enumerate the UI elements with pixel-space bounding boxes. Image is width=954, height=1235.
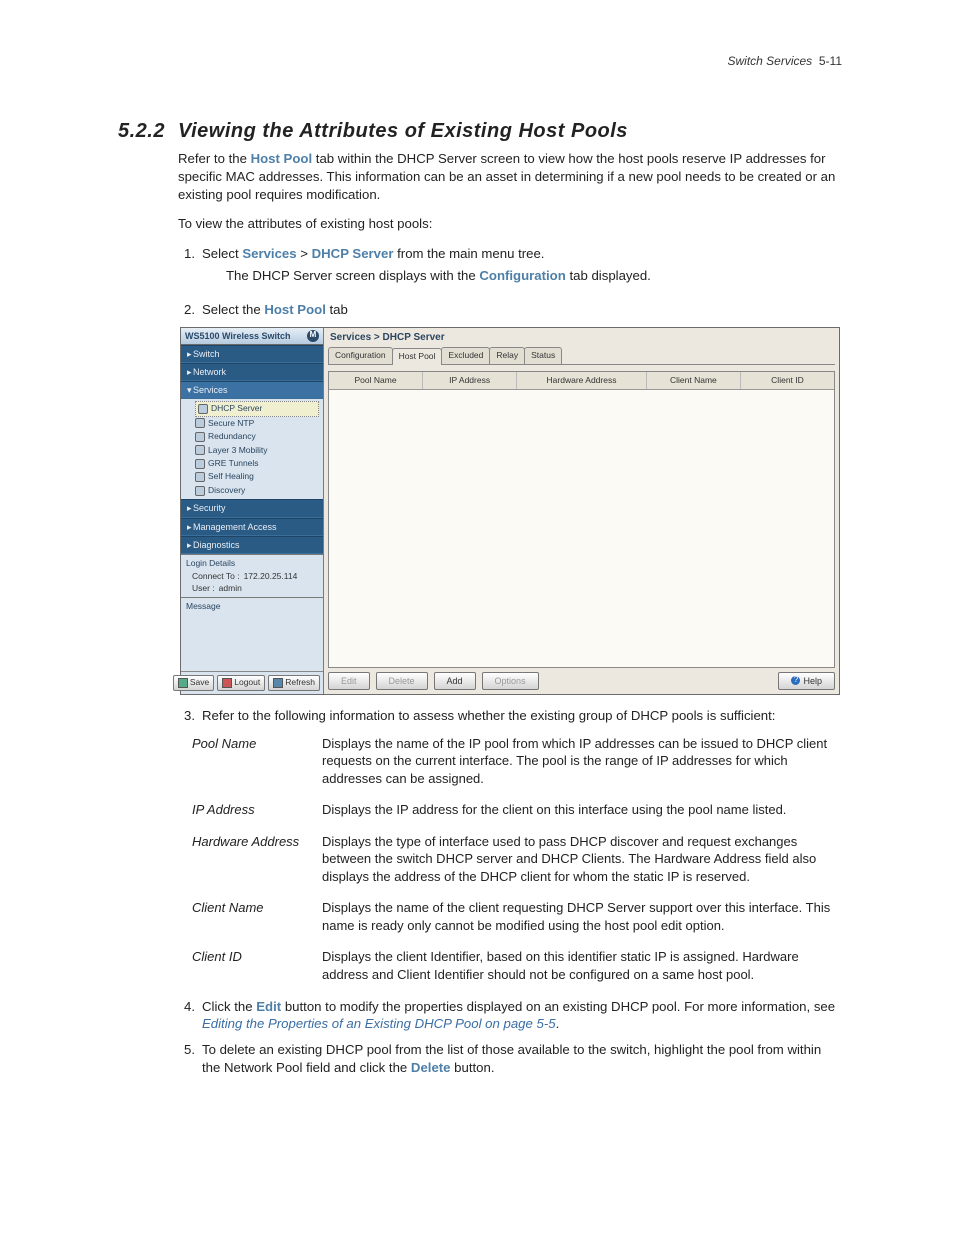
nav-diagnostics[interactable]: ▸Diagnostics: [181, 536, 323, 554]
sidebar-item-dhcp-server[interactable]: DHCP Server: [195, 401, 319, 416]
tab-bar: Configuration Host Pool Excluded Relay S…: [328, 347, 835, 364]
field-pool-name: Pool NameDisplays the name of the IP poo…: [192, 735, 838, 788]
col-client-id[interactable]: Client ID: [741, 372, 834, 389]
tab-excluded[interactable]: Excluded: [441, 347, 490, 363]
step-1: 1. Select Services > DHCP Server from th…: [184, 245, 838, 295]
sidebar-item-discovery[interactable]: Discovery: [195, 484, 323, 497]
grid-header: Pool Name IP Address Hardware Address Cl…: [329, 372, 834, 390]
lead-sentence: To view the attributes of existing host …: [178, 215, 838, 233]
app-title: WS5100 Wireless Switch: [185, 330, 290, 342]
field-hw-address: Hardware AddressDisplays the type of int…: [192, 833, 838, 886]
save-icon: [178, 678, 188, 688]
delete-button[interactable]: Delete: [376, 672, 428, 690]
step-4: 4. Click the Edit button to modify the p…: [184, 998, 838, 1034]
refresh-icon: [273, 678, 283, 688]
running-header: Switch Services 5-11: [727, 54, 842, 68]
sidebar-item-layer3[interactable]: Layer 3 Mobility: [195, 444, 323, 457]
nav-mgmt-access[interactable]: ▸Management Access: [181, 518, 323, 536]
body: Refer to the Host Pool tab within the DH…: [178, 150, 838, 1083]
edit-term: Edit: [256, 999, 281, 1014]
col-pool-name[interactable]: Pool Name: [329, 372, 423, 389]
gre-icon: [195, 459, 205, 469]
col-ip-address[interactable]: IP Address: [423, 372, 517, 389]
data-grid: Pool Name IP Address Hardware Address Cl…: [328, 371, 835, 668]
nav-secondary: ▸Security ▸Management Access ▸Diagnostic…: [181, 499, 323, 553]
add-button[interactable]: Add: [434, 672, 476, 690]
nav-primary: ▸Switch ▸Network ▾Services: [181, 345, 323, 399]
content-pane: Services > DHCP Server Configuration Hos…: [324, 328, 839, 694]
message-box: Message: [181, 597, 323, 671]
nav-security[interactable]: ▸Security: [181, 499, 323, 517]
services-term: Services: [242, 246, 296, 261]
tab-host-pool[interactable]: Host Pool: [392, 348, 443, 364]
tab-configuration[interactable]: Configuration: [328, 347, 393, 363]
logout-icon: [222, 678, 232, 688]
grid-body-empty[interactable]: [329, 390, 834, 666]
section-number: 5.2.2: [118, 120, 165, 143]
field-ip-address: IP AddressDisplays the IP address for th…: [192, 801, 838, 819]
configuration-term: Configuration: [479, 268, 565, 283]
sidebar: WS5100 Wireless Switch M ▸Switch ▸Networ…: [181, 328, 324, 694]
ntp-icon: [195, 418, 205, 428]
tab-status[interactable]: Status: [524, 347, 562, 363]
host-pool-term-2: Host Pool: [264, 302, 326, 317]
help-button[interactable]: ?Help: [778, 672, 835, 690]
ordered-steps: 1. Select Services > DHCP Server from th…: [184, 245, 838, 1077]
host-pool-term: Host Pool: [251, 151, 313, 166]
sidebar-item-secure-ntp[interactable]: Secure NTP: [195, 417, 323, 430]
col-client-name[interactable]: Client Name: [647, 372, 741, 389]
delete-term: Delete: [411, 1060, 451, 1075]
logout-button[interactable]: Logout: [217, 675, 265, 690]
section-title: Viewing the Attributes of Existing Host …: [178, 120, 628, 143]
sidebar-item-gre[interactable]: GRE Tunnels: [195, 457, 323, 470]
running-title: Switch Services: [727, 54, 812, 68]
redundancy-icon: [195, 432, 205, 442]
help-icon: ?: [791, 676, 800, 685]
nav-switch[interactable]: ▸Switch: [181, 345, 323, 363]
field-client-id: Client IDDisplays the client Identifier,…: [192, 948, 838, 983]
breadcrumb: Services > DHCP Server: [324, 328, 839, 348]
nav-services[interactable]: ▾Services: [181, 381, 323, 399]
sidebar-buttons: Save Logout Refresh: [181, 671, 323, 693]
logo-icon: M: [307, 330, 319, 342]
step-2: 2. Select the Host Pool tab: [184, 301, 838, 319]
page-number: 5-11: [819, 54, 842, 68]
sidebar-item-redundancy[interactable]: Redundancy: [195, 430, 323, 443]
layer3-icon: [195, 445, 205, 455]
step-1-note: The DHCP Server screen displays with the…: [226, 267, 838, 285]
healing-icon: [195, 472, 205, 482]
tab-relay[interactable]: Relay: [489, 347, 525, 363]
dhcp-server-term: DHCP Server: [312, 246, 394, 261]
step-3: 3. Refer to the following information to…: [184, 707, 838, 725]
nav-network[interactable]: ▸Network: [181, 363, 323, 381]
page: Switch Services 5-11 5.2.2 Viewing the A…: [0, 0, 954, 1235]
field-table: Pool NameDisplays the name of the IP poo…: [192, 735, 838, 984]
col-hw-address[interactable]: Hardware Address: [517, 372, 647, 389]
sidebar-item-self-healing[interactable]: Self Healing: [195, 470, 323, 483]
app-title-bar: WS5100 Wireless Switch M: [181, 328, 323, 345]
dhcp-icon: [198, 404, 208, 414]
intro-paragraph: Refer to the Host Pool tab within the DH…: [178, 150, 838, 203]
save-button[interactable]: Save: [173, 675, 214, 690]
action-bar: Edit Delete Add Options ?Help: [324, 668, 839, 694]
step-5: 5. To delete an existing DHCP pool from …: [184, 1041, 838, 1077]
ui-screenshot: WS5100 Wireless Switch M ▸Switch ▸Networ…: [180, 327, 840, 695]
options-button[interactable]: Options: [482, 672, 539, 690]
nav-services-children: DHCP Server Secure NTP Redundancy Layer …: [181, 399, 323, 499]
xref-link[interactable]: Editing the Properties of an Existing DH…: [202, 1016, 556, 1031]
discovery-icon: [195, 486, 205, 496]
refresh-button[interactable]: Refresh: [268, 675, 320, 690]
field-client-name: Client NameDisplays the name of the clie…: [192, 899, 838, 934]
edit-button[interactable]: Edit: [328, 672, 370, 690]
login-details: Login Details Connect To :172.20.25.114 …: [181, 554, 323, 597]
